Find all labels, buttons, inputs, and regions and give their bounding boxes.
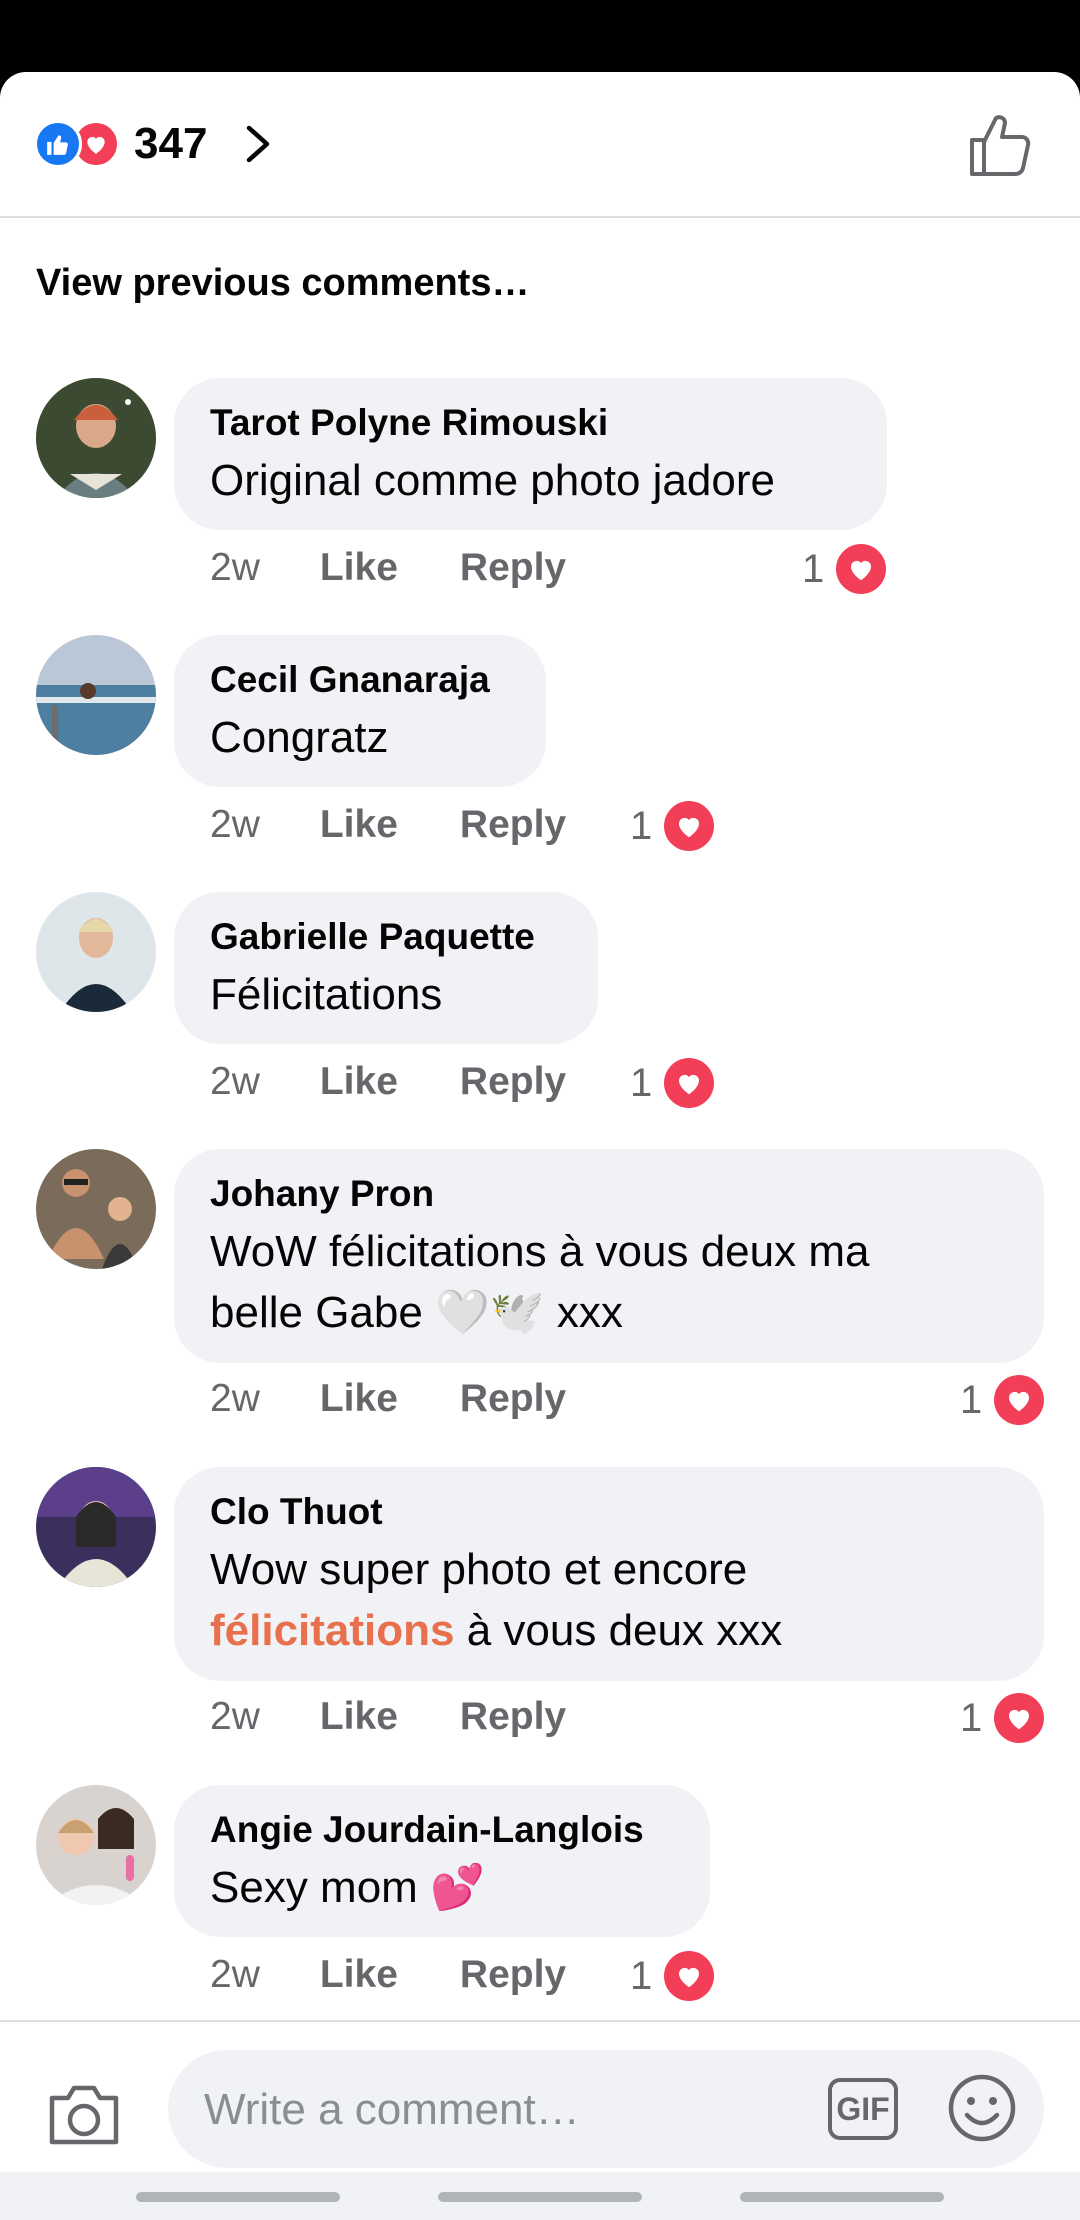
reactions-header: 347 bbox=[0, 72, 1080, 218]
comment-bubble[interactable]: Johany Pron WoW félicitations à vous deu… bbox=[174, 1149, 1044, 1363]
love-reaction-icon bbox=[664, 801, 715, 851]
comment-input-container: GIF bbox=[168, 2050, 1044, 2170]
comment-reaction-count[interactable]: 1 bbox=[960, 1693, 1045, 1743]
comment-time[interactable]: 2w bbox=[210, 546, 260, 590]
comment-reaction-count[interactable]: 1 bbox=[630, 1951, 715, 2001]
love-reaction-icon bbox=[994, 1375, 1045, 1425]
reply-button[interactable]: Reply bbox=[460, 1953, 566, 1997]
reply-button[interactable]: Reply bbox=[460, 1695, 566, 1739]
like-button[interactable]: Like bbox=[320, 546, 398, 590]
emoji-icon[interactable] bbox=[946, 2072, 1018, 2144]
chevron-right-icon bbox=[247, 125, 270, 163]
reply-button[interactable]: Reply bbox=[460, 1060, 566, 1104]
highlighted-word[interactable]: félicitations bbox=[210, 1606, 455, 1655]
avatar[interactable] bbox=[36, 1467, 156, 1587]
reply-button[interactable]: Reply bbox=[460, 546, 566, 590]
comment-actions: 2w Like Reply bbox=[210, 1695, 566, 1739]
comment-time[interactable]: 2w bbox=[210, 803, 260, 847]
reaction-summary[interactable]: 347 bbox=[34, 116, 275, 172]
like-button[interactable]: Like bbox=[320, 1060, 398, 1104]
avatar[interactable] bbox=[36, 1149, 156, 1269]
comment-author[interactable]: Angie Jourdain-Langlois bbox=[210, 1807, 674, 1853]
comment-bubble[interactable]: Gabrielle Paquette Félicitations bbox=[174, 892, 598, 1044]
nav-back-pill[interactable] bbox=[136, 2192, 340, 2202]
love-reaction-icon bbox=[664, 1058, 715, 1108]
comment-text: Congratz bbox=[210, 713, 389, 762]
gif-icon[interactable]: GIF bbox=[828, 2078, 898, 2140]
avatar[interactable] bbox=[36, 1785, 156, 1905]
comment-bubble[interactable]: Clo Thuot Wow super photo et encore féli… bbox=[174, 1467, 1044, 1681]
camera-icon[interactable] bbox=[46, 2078, 122, 2150]
comment-actions: 2w Like Reply bbox=[210, 803, 566, 847]
comment-actions: 2w Like Reply bbox=[210, 1060, 566, 1104]
thumbs-up-icon[interactable] bbox=[966, 110, 1036, 180]
comment-time[interactable]: 2w bbox=[210, 1060, 260, 1104]
comment-reaction-count[interactable]: 1 bbox=[630, 1058, 715, 1108]
like-button[interactable]: Like bbox=[320, 1953, 398, 1997]
comment-bubble[interactable]: Cecil Gnanaraja Congratz bbox=[174, 635, 546, 787]
comments-sheet: 347 View previous comments… Tarot Polyne… bbox=[0, 72, 1080, 2220]
comment-actions: 2w Like Reply bbox=[210, 1953, 566, 1997]
nav-recents-pill[interactable] bbox=[740, 2192, 944, 2202]
comment-actions: 2w Like Reply bbox=[210, 1377, 566, 1421]
avatar[interactable] bbox=[36, 635, 156, 755]
like-reaction-icon bbox=[34, 120, 82, 168]
like-button[interactable]: Like bbox=[320, 1377, 398, 1421]
like-button[interactable]: Like bbox=[320, 803, 398, 847]
comment-time[interactable]: 2w bbox=[210, 1953, 260, 1997]
comment-actions: 2w Like Reply bbox=[210, 546, 566, 590]
comment-input[interactable] bbox=[202, 2050, 786, 2170]
comment-author[interactable]: Johany Pron bbox=[210, 1171, 1008, 1217]
comment-time[interactable]: 2w bbox=[210, 1695, 260, 1739]
comment-reaction-count[interactable]: 1 bbox=[630, 801, 715, 851]
reply-button[interactable]: Reply bbox=[460, 1377, 566, 1421]
avatar[interactable] bbox=[36, 378, 156, 498]
avatar[interactable] bbox=[36, 892, 156, 1012]
comment-bubble[interactable]: Angie Jourdain-Langlois Sexy mom 💕 bbox=[174, 1785, 710, 1937]
comment-reaction-count[interactable]: 1 bbox=[960, 1375, 1045, 1425]
comment-time[interactable]: 2w bbox=[210, 1377, 260, 1421]
comment-bubble[interactable]: Tarot Polyne Rimouski Original comme pho… bbox=[174, 378, 887, 530]
comment-text: Wow super photo et encore félicitations … bbox=[210, 1545, 783, 1655]
nav-home-pill[interactable] bbox=[438, 2192, 642, 2202]
like-button[interactable]: Like bbox=[320, 1695, 398, 1739]
comment-text: Sexy mom 💕 bbox=[210, 1863, 485, 1912]
comment-author[interactable]: Gabrielle Paquette bbox=[210, 914, 562, 960]
reaction-count: 347 bbox=[134, 119, 208, 168]
comment-author[interactable]: Clo Thuot bbox=[210, 1489, 1008, 1535]
view-previous-comments-link[interactable]: View previous comments… bbox=[36, 262, 529, 305]
love-reaction-icon bbox=[994, 1693, 1045, 1743]
comment-author[interactable]: Cecil Gnanaraja bbox=[210, 657, 510, 703]
comment-author[interactable]: Tarot Polyne Rimouski bbox=[210, 400, 851, 446]
comment-text: WoW félicitations à vous deux ma belle G… bbox=[210, 1227, 870, 1337]
reply-button[interactable]: Reply bbox=[460, 803, 566, 847]
comment-reaction-count[interactable]: 1 bbox=[802, 544, 887, 594]
comment-text: Félicitations bbox=[210, 970, 443, 1019]
love-reaction-icon bbox=[664, 1951, 715, 2001]
system-navigation-bar bbox=[0, 2172, 1080, 2220]
comment-text: Original comme photo jadore bbox=[210, 456, 775, 505]
love-reaction-icon bbox=[836, 544, 887, 594]
